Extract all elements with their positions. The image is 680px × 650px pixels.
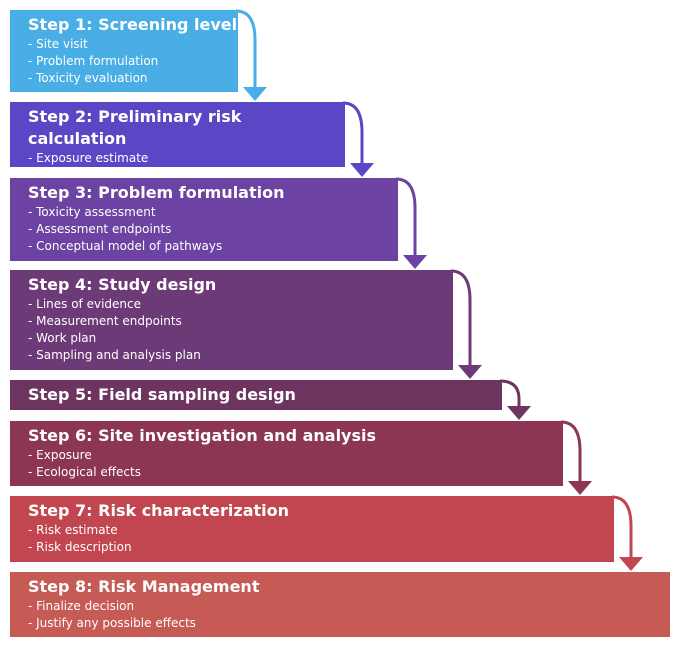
arrow-step-5-to-6 [499,379,531,420]
arrow-step-7-to-8 [611,495,643,571]
arrow-step-3-to-4 [395,177,427,269]
arrow-step-2-to-3 [342,101,374,177]
arrow-step-4-to-5 [450,269,482,379]
arrow-step-1-to-2 [235,9,267,101]
arrow-step-6-to-7 [560,420,592,495]
arrows [235,9,643,571]
